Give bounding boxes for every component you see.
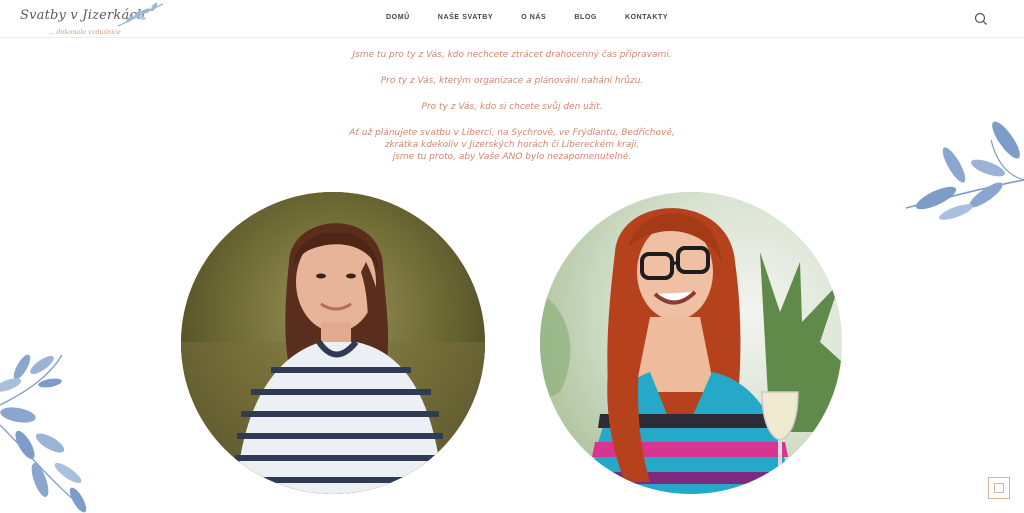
nav-item-domu[interactable]: DOMŮ bbox=[386, 14, 410, 26]
nav-item-nase-svatby[interactable]: NAŠE SVATBY bbox=[438, 14, 493, 26]
intro-line: zkrátka kdekoliv v Jizerských horách či … bbox=[384, 140, 640, 150]
intro-paragraph: Pro ty z Vás, kterým organizace a plánov… bbox=[380, 76, 644, 86]
scroll-to-top-icon bbox=[994, 483, 1004, 493]
intro-paragraph: Jsme tu pro ty z Vás, kdo nechcete ztrác… bbox=[352, 50, 672, 60]
portrait-illustration bbox=[181, 192, 485, 494]
nav-item-o-nas[interactable]: O NÁS bbox=[521, 14, 546, 26]
intro-paragraph-locations: Ať už plánujete svatbu v Liberci, na Syc… bbox=[312, 127, 712, 163]
logo-subtitle: ... dokonale vzdušnice bbox=[48, 28, 121, 36]
site-logo[interactable]: Svatby v Jizerkách ... dokonale vzdušnic… bbox=[20, 2, 164, 38]
site-header: Svatby v Jizerkách ... dokonale vzdušnic… bbox=[0, 0, 1024, 38]
intro-line: jsme tu proto, aby Vaše ANO bylo nezapom… bbox=[392, 152, 632, 162]
nav-item-blog[interactable]: BLOG bbox=[574, 14, 597, 26]
leaf-decoration-icon bbox=[0, 354, 87, 513]
scroll-to-top-button[interactable] bbox=[988, 477, 1010, 499]
team-photo-2 bbox=[540, 192, 842, 494]
team-photo-1 bbox=[181, 192, 485, 494]
leaf-branch-icon bbox=[117, 2, 164, 27]
portrait-illustration bbox=[540, 192, 842, 494]
intro-line: Ať už plánujete svatbu v Liberci, na Syc… bbox=[349, 128, 675, 138]
intro-paragraph: Pro ty z Vás, kdo si chcete svůj den uží… bbox=[421, 102, 603, 112]
nav-item-kontakty[interactable]: KONTAKTY bbox=[625, 14, 668, 26]
main-nav: DOMŮ NAŠE SVATBY O NÁS BLOG KONTAKTY bbox=[386, 14, 668, 26]
leaf-decoration-icon bbox=[905, 121, 1024, 220]
search-icon[interactable] bbox=[973, 11, 989, 27]
